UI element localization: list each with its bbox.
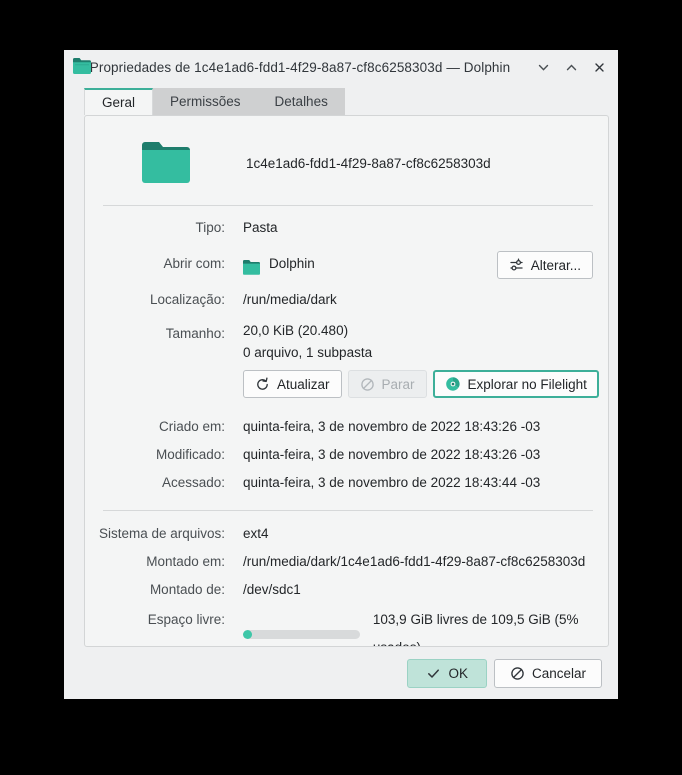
ok-button[interactable]: OK	[407, 658, 487, 688]
general-rows: Tipo: Pasta Abrir com: Dolphin Alterar..…	[85, 214, 608, 646]
tab-geral[interactable]: Geral	[84, 88, 154, 115]
folder-icon	[243, 257, 260, 275]
open-with-value-wrap: Dolphin	[243, 250, 315, 278]
row-open-with: Abrir com: Dolphin Alterar...	[85, 250, 608, 279]
separator-filesystem	[103, 510, 593, 511]
type-value: Pasta	[243, 220, 278, 235]
close-icon[interactable]	[586, 54, 612, 80]
folder-name: 1c4e1ad6-fdd1-4f29-8a87-cf8c6258303d	[246, 155, 491, 171]
row-accessed: Acessado: quinta-feira, 3 de novembro de…	[85, 469, 608, 497]
properties-dialog: Propriedades de 1c4e1ad6-fdd1-4f29-8a87-…	[64, 50, 618, 699]
refresh-icon	[255, 377, 270, 392]
explore-filelight-button[interactable]: Explorar no Filelight	[432, 370, 599, 398]
mounted-on-value: /run/media/dark/1c4e1ad6-fdd1-4f29-8a87-…	[243, 554, 586, 569]
size-label: Tamanho:	[165, 326, 225, 341]
mounted-on-label: Montado em:	[146, 554, 225, 569]
tab-permissoes[interactable]: Permissões	[153, 88, 258, 115]
tab-detalhes-label: Detalhes	[274, 94, 328, 109]
window-controls	[530, 50, 612, 84]
row-created: Criado em: quinta-feira, 3 de novembro d…	[85, 413, 608, 441]
general-tab-panel: 1c4e1ad6-fdd1-4f29-8a87-cf8c6258303d Tip…	[84, 115, 609, 647]
created-label: Criado em:	[158, 419, 225, 434]
dialog-footer: OK Cancelar	[64, 647, 618, 699]
mounted-from-label: Montado de:	[149, 582, 225, 597]
open-with-app: Dolphin	[269, 256, 315, 271]
disk-usage-fill	[243, 629, 252, 639]
titlebar: Propriedades de 1c4e1ad6-fdd1-4f29-8a87-…	[64, 50, 618, 84]
location-label: Localização:	[149, 292, 225, 307]
check-icon	[426, 666, 441, 681]
size-action-buttons: Atualizar Parar Explorar no Filelight	[243, 370, 608, 398]
cancel-label: Cancelar	[531, 665, 586, 681]
configure-sliders-icon	[509, 258, 524, 273]
refresh-button[interactable]: Atualizar	[243, 370, 342, 398]
row-free-space: Espaço livre: 103,9 GiB livres de 109,5 …	[85, 606, 608, 646]
free-space-label: Espaço livre:	[147, 612, 225, 627]
ok-label: OK	[448, 665, 468, 681]
disk-usage-progressbar	[243, 629, 360, 639]
change-application-button[interactable]: Alterar...	[496, 251, 593, 279]
row-modified: Modificado: quinta-feira, 3 de novembro …	[85, 441, 608, 469]
filelight-pie-icon	[445, 376, 461, 392]
type-label: Tipo:	[195, 220, 225, 235]
folder-icon	[142, 142, 190, 184]
file-header: 1c4e1ad6-fdd1-4f29-8a87-cf8c6258303d	[85, 116, 608, 188]
size-bytes: 20,0 KiB (20.480)	[243, 323, 349, 338]
chevron-down-icon[interactable]	[530, 54, 556, 80]
explore-filelight-label: Explorar no Filelight	[467, 376, 587, 392]
stop-button: Parar	[347, 370, 427, 398]
row-filesystem: Sistema de arquivos: ext4	[85, 520, 608, 548]
tab-geral-label: Geral	[102, 95, 136, 110]
accessed-value: quinta-feira, 3 de novembro de 2022 18:4…	[243, 475, 541, 490]
tab-permissoes-label: Permissões	[170, 94, 241, 109]
free-space-progress-wrap: 103,9 GiB livres de 109,5 GiB (5% usados…	[243, 606, 608, 646]
row-location: Localização: /run/media/dark	[85, 286, 608, 314]
location-value: /run/media/dark	[243, 292, 337, 307]
size-contents: 0 arquivo, 1 subpasta	[243, 345, 373, 360]
screen: Propriedades de 1c4e1ad6-fdd1-4f29-8a87-…	[0, 0, 682, 775]
refresh-label: Atualizar	[277, 376, 330, 392]
row-size: Tamanho: 20,0 KiB (20.480) 0 arquivo, 1 …	[85, 320, 608, 364]
open-with-label: Abrir com:	[163, 256, 225, 271]
row-mounted-on: Montado em: /run/media/dark/1c4e1ad6-fdd…	[85, 548, 608, 576]
mounted-from-value: /dev/sdc1	[243, 582, 301, 597]
tab-bar: Geral Permissões Detalhes	[84, 87, 618, 115]
filesystem-value: ext4	[243, 526, 269, 541]
modified-value: quinta-feira, 3 de novembro de 2022 18:4…	[243, 447, 541, 462]
accessed-label: Acessado:	[161, 475, 225, 490]
row-type: Tipo: Pasta	[85, 214, 608, 242]
modified-label: Modificado:	[155, 447, 225, 462]
cancel-button[interactable]: Cancelar	[493, 658, 602, 688]
free-space-value-wrap: 103,9 GiB livres de 109,5 GiB (5% usados…	[243, 606, 608, 646]
change-application-label: Alterar...	[530, 257, 581, 273]
tab-detalhes[interactable]: Detalhes	[257, 88, 345, 115]
row-mounted-from: Montado de: /dev/sdc1	[85, 576, 608, 604]
size-values: 20,0 KiB (20.480) 0 arquivo, 1 subpasta	[243, 320, 372, 364]
free-space-text: 103,9 GiB livres de 109,5 GiB (5% usados…	[372, 612, 579, 646]
stop-label: Parar	[381, 376, 415, 392]
chevron-up-icon[interactable]	[558, 54, 584, 80]
stop-circle-icon	[360, 377, 375, 392]
cancel-circle-icon	[510, 666, 525, 681]
created-value: quinta-feira, 3 de novembro de 2022 18:4…	[243, 419, 541, 434]
separator-top	[103, 205, 593, 206]
filesystem-label: Sistema de arquivos:	[98, 526, 225, 541]
folder-icon	[72, 57, 92, 75]
